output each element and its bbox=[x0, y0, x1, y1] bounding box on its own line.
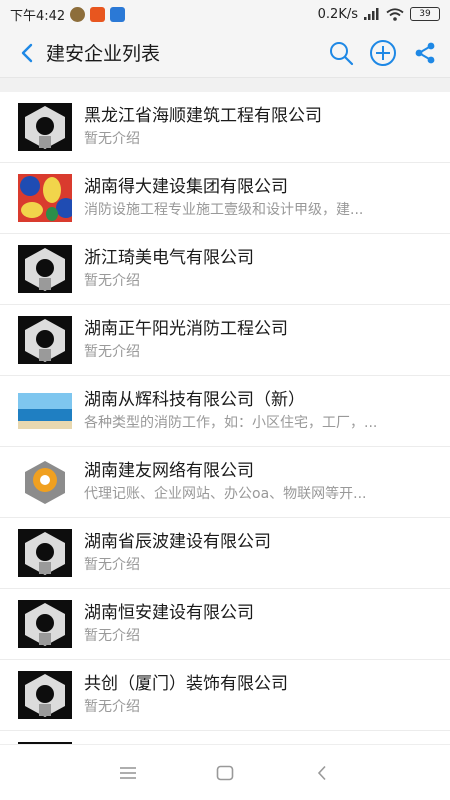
wifi-icon bbox=[386, 7, 404, 21]
back-arrow-icon bbox=[317, 765, 326, 780]
company-list-item[interactable]: 湖南正午阳光消防工程公司暂无介绍 bbox=[0, 305, 450, 376]
status-right: 0.2K/s 39 bbox=[318, 7, 440, 22]
status-time: 下午4:42 bbox=[10, 8, 66, 24]
company-description: 暂无介绍 bbox=[84, 131, 140, 147]
company-list-item[interactable]: 湖南恒安建设有限公司暂无介绍 bbox=[0, 589, 450, 660]
company-logo bbox=[18, 174, 76, 222]
company-description: 暂无介绍 bbox=[84, 273, 140, 289]
company-info: 湖南建友网络有限公司代理记账、企业网站、办公oa、物联网等开... bbox=[84, 460, 450, 504]
chevron-left-icon bbox=[21, 43, 33, 62]
notification-app-icon bbox=[70, 6, 86, 22]
company-logo bbox=[18, 529, 72, 577]
company-list-item[interactable]: 湖南省辰波建设有限公司暂无介绍 bbox=[0, 518, 450, 589]
battery-level: 39 bbox=[419, 8, 431, 19]
company-name: 湖南省辰波建设有限公司 bbox=[84, 532, 271, 552]
company-name: 共创（厦门）装饰有限公司 bbox=[84, 674, 288, 694]
company-description: 暂无介绍 bbox=[84, 557, 140, 573]
company-name: 湖南正午阳光消防工程公司 bbox=[84, 319, 288, 339]
company-description: 暂无介绍 bbox=[84, 699, 140, 715]
network-speed: 0.2K/s bbox=[317, 6, 358, 22]
company-logo bbox=[18, 458, 72, 506]
company-list: 黑龙江省海顺建筑工程有限公司 暂无介绍 湖南得大建设集团有限公司 消防设施工程专业施工… bbox=[0, 92, 450, 744]
home-square-icon bbox=[216, 765, 234, 780]
company-name: 浙江琦美电气有限公司 bbox=[84, 248, 254, 268]
system-back-button[interactable] bbox=[302, 753, 342, 793]
page-title: 建安企业列表 bbox=[46, 43, 161, 65]
company-info: 湖南正午阳光消防工程公司暂无介绍 bbox=[84, 318, 450, 362]
company-list-item[interactable]: 黑龙江省海顺建筑工程有限公司暂无介绍 bbox=[0, 92, 450, 163]
company-name: 湖南从辉科技有限公司（新） bbox=[84, 390, 305, 410]
plus-circle-icon bbox=[370, 39, 396, 66]
company-list-item[interactable]: 共创（厦门）装饰有限公司暂无介绍 bbox=[0, 660, 450, 731]
add-button[interactable] bbox=[368, 38, 398, 68]
system-nav-bar bbox=[0, 744, 450, 800]
app-bar: 建安企业列表 bbox=[0, 28, 450, 78]
share-icon bbox=[415, 42, 435, 63]
company-name: 湖南建友网络有限公司 bbox=[84, 461, 254, 481]
company-list-item[interactable]: 湖南从辉科技有限公司（新） 各种类型的消防工作，如：小区住宅，工厂，... bbox=[0, 376, 450, 447]
share-button[interactable] bbox=[410, 38, 440, 68]
company-name: 湖南恒安建设有限公司 bbox=[84, 603, 254, 623]
company-logo bbox=[18, 103, 72, 151]
company-description: 消防设施工程专业施工壹级和设计甲级，建... bbox=[84, 202, 364, 218]
company-list-item[interactable] bbox=[0, 731, 450, 744]
company-description: 各种类型的消防工作，如：小区住宅，工厂，... bbox=[84, 415, 378, 431]
company-name: 黑龙江省海顺建筑工程有限公司 bbox=[84, 106, 322, 126]
company-info: 湖南从辉科技有限公司（新） 各种类型的消防工作，如：小区住宅，工厂，... bbox=[84, 389, 450, 433]
company-logo bbox=[18, 671, 72, 719]
company-info: 湖南省辰波建设有限公司暂无介绍 bbox=[84, 531, 450, 575]
company-list-item[interactable]: 浙江琦美电气有限公司暂无介绍 bbox=[0, 234, 450, 305]
signal-icon bbox=[364, 8, 379, 20]
notification-app-icon bbox=[90, 6, 106, 22]
menu-icon bbox=[120, 766, 137, 779]
company-logo bbox=[18, 600, 72, 648]
company-info: 黑龙江省海顺建筑工程有限公司暂无介绍 bbox=[84, 105, 450, 149]
status-left: 下午4:42 bbox=[10, 5, 126, 24]
search-button[interactable] bbox=[326, 38, 356, 68]
menu-button[interactable] bbox=[108, 753, 148, 793]
home-button[interactable] bbox=[205, 753, 245, 793]
company-list-item[interactable]: 湖南建友网络有限公司代理记账、企业网站、办公oa、物联网等开... bbox=[0, 447, 450, 518]
back-button[interactable] bbox=[10, 28, 44, 78]
app-actions bbox=[326, 38, 440, 68]
company-description: 暂无介绍 bbox=[84, 628, 140, 644]
search-icon bbox=[330, 41, 354, 65]
company-logo bbox=[18, 245, 72, 293]
status-bar: 下午4:42 0.2K/s 39 bbox=[0, 0, 450, 28]
company-list-item[interactable]: 湖南得大建设集团有限公司消防设施工程专业施工壹级和设计甲级，建... bbox=[0, 163, 450, 234]
company-description: 暂无介绍 bbox=[84, 344, 140, 360]
company-logo bbox=[18, 387, 72, 435]
battery-icon: 39 bbox=[410, 7, 440, 21]
company-description: 代理记账、企业网站、办公oa、物联网等开... bbox=[84, 486, 367, 502]
company-info: 湖南恒安建设有限公司暂无介绍 bbox=[84, 602, 450, 646]
company-info: 浙江琦美电气有限公司暂无介绍 bbox=[84, 247, 450, 291]
company-name: 湖南得大建设集团有限公司 bbox=[84, 177, 288, 197]
section-divider bbox=[0, 78, 450, 92]
notification-app-icon bbox=[110, 6, 126, 22]
company-info: 共创（厦门）装饰有限公司暂无介绍 bbox=[84, 673, 450, 717]
company-info: 湖南得大建设集团有限公司消防设施工程专业施工壹级和设计甲级，建... bbox=[84, 176, 450, 220]
company-logo bbox=[18, 316, 72, 364]
